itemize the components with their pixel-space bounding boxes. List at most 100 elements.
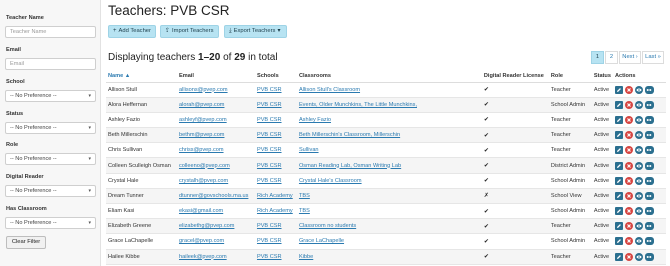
eye-icon[interactable] <box>634 131 643 140</box>
digital-reader-select[interactable]: -- No Preference -- ▾ <box>5 185 96 197</box>
eye-icon[interactable] <box>634 252 643 261</box>
classroom-link[interactable]: TBS <box>299 208 310 214</box>
next-page-button[interactable]: Next › <box>619 51 641 64</box>
x-circle-icon[interactable] <box>624 252 633 261</box>
school-link[interactable]: PVB CSR <box>257 147 282 153</box>
school-link[interactable]: PVB CSR <box>257 223 282 229</box>
pencil-icon[interactable] <box>614 100 623 109</box>
eye-icon[interactable] <box>634 237 643 246</box>
school-link[interactable]: PVB CSR <box>257 117 282 123</box>
school-link[interactable]: PVB CSR <box>257 87 282 93</box>
mask-icon[interactable] <box>644 100 654 109</box>
x-circle-icon[interactable] <box>624 115 633 124</box>
mask-icon[interactable] <box>644 85 654 94</box>
eye-icon[interactable] <box>634 85 643 94</box>
mask-icon[interactable] <box>644 146 654 155</box>
x-circle-icon[interactable] <box>624 131 633 140</box>
classroom-link[interactable]: Osman Reading Lab, Osman Writing Lab <box>299 163 401 169</box>
pencil-icon[interactable] <box>614 176 623 185</box>
eye-icon[interactable] <box>634 146 643 155</box>
email-link[interactable]: alorah@pvep.com <box>179 102 224 108</box>
pencil-icon[interactable] <box>614 191 623 200</box>
mask-icon[interactable] <box>644 237 654 246</box>
email-link[interactable]: bethm@pvep.com <box>179 132 224 138</box>
mask-icon[interactable] <box>644 161 654 170</box>
classroom-link[interactable]: Allison Stull's Classroom <box>299 87 360 93</box>
pencil-icon[interactable] <box>614 161 623 170</box>
has-classroom-select[interactable]: -- No Preference -- ▾ <box>5 217 96 229</box>
pencil-icon[interactable] <box>614 237 623 246</box>
page-1-button[interactable]: 1 <box>591 51 604 64</box>
pencil-icon[interactable] <box>614 146 623 155</box>
email-link[interactable]: gracel@pvep.com <box>179 238 224 244</box>
school-link[interactable]: PVB CSR <box>257 238 282 244</box>
mask-icon[interactable] <box>644 176 654 185</box>
pencil-icon[interactable] <box>614 115 623 124</box>
classroom-link[interactable]: Grace LaChapelle <box>299 238 344 244</box>
eye-icon[interactable] <box>634 176 643 185</box>
mask-icon[interactable] <box>644 115 654 124</box>
email-link[interactable]: chriss@pvep.com <box>179 147 224 153</box>
email-link[interactable]: ekasi@gmail.com <box>179 208 223 214</box>
mask-icon[interactable] <box>644 191 654 200</box>
classroom-link[interactable]: Kibbe <box>299 254 313 260</box>
classroom-link[interactable]: Crystal Hale's Classroom <box>299 178 362 184</box>
email-link[interactable]: haileek@pvep.com <box>179 254 227 260</box>
eye-icon[interactable] <box>634 100 643 109</box>
school-link[interactable]: PVB CSR <box>257 102 282 108</box>
clear-filter-button[interactable]: Clear Filter <box>6 236 46 249</box>
x-circle-icon[interactable] <box>624 237 633 246</box>
status-select[interactable]: -- No Preference -- ▾ <box>5 122 96 134</box>
x-circle-icon[interactable] <box>624 85 633 94</box>
eye-icon[interactable] <box>634 115 643 124</box>
classroom-link[interactable]: Sullivan <box>299 147 319 153</box>
x-circle-icon[interactable] <box>624 146 633 155</box>
x-circle-icon[interactable] <box>624 207 633 216</box>
last-page-button[interactable]: Last » <box>642 51 664 64</box>
export-teachers-button[interactable]: ⤓ Export Teachers ▾ <box>224 25 288 38</box>
x-circle-icon[interactable] <box>624 176 633 185</box>
school-link[interactable]: Rich Academy <box>257 208 293 214</box>
email-link[interactable]: ashleyf@pvep.com <box>179 117 227 123</box>
email-link[interactable]: crystalh@pvep.com <box>179 178 228 184</box>
classroom-link[interactable]: Ashley Fazio <box>299 117 331 123</box>
classroom-link[interactable]: TBS <box>299 193 310 199</box>
mask-icon[interactable] <box>644 252 654 261</box>
pencil-icon[interactable] <box>614 85 623 94</box>
email-link[interactable]: colleeno@pvep.com <box>179 163 230 169</box>
school-link[interactable]: PVB CSR <box>257 254 282 260</box>
mask-icon[interactable] <box>644 222 654 231</box>
page-2-button[interactable]: 2 <box>605 51 618 64</box>
x-circle-icon[interactable] <box>624 222 633 231</box>
pencil-icon[interactable] <box>614 222 623 231</box>
x-circle-icon[interactable] <box>624 161 633 170</box>
school-link[interactable]: PVB CSR <box>257 132 282 138</box>
classroom-link[interactable]: Events, Older Munchkins, The Little Munc… <box>299 102 417 108</box>
eye-icon[interactable] <box>634 191 643 200</box>
eye-icon[interactable] <box>634 207 643 216</box>
import-teachers-button[interactable]: ⇪ Import Teachers <box>160 25 219 38</box>
pencil-icon[interactable] <box>614 252 623 261</box>
add-teacher-button[interactable]: + Add Teacher <box>108 25 156 38</box>
eye-icon[interactable] <box>634 161 643 170</box>
school-select[interactable]: -- No Preference -- ▾ <box>5 90 96 102</box>
school-link[interactable]: PVB CSR <box>257 163 282 169</box>
pencil-icon[interactable] <box>614 131 623 140</box>
mask-icon[interactable] <box>644 131 654 140</box>
role-select[interactable]: -- No Preference -- ▾ <box>5 153 96 165</box>
x-circle-icon[interactable] <box>624 191 633 200</box>
classroom-link[interactable]: Classroom no students <box>299 223 356 229</box>
teacher-name-input[interactable]: Teacher Name <box>5 26 96 38</box>
mask-icon[interactable] <box>644 207 654 216</box>
email-link[interactable]: allisons@pvep.com <box>179 87 228 93</box>
school-link[interactable]: Rich Academy <box>257 193 293 199</box>
pencil-icon[interactable] <box>614 207 623 216</box>
classroom-link[interactable]: Beth Millerschin's Classroom, Millerschi… <box>299 132 400 138</box>
email-input[interactable]: Email <box>5 58 96 70</box>
eye-icon[interactable] <box>634 222 643 231</box>
email-link[interactable]: elizabethg@pvep.com <box>179 223 234 229</box>
school-link[interactable]: PVB CSR <box>257 178 282 184</box>
column-header-name[interactable]: Name ▲ <box>106 71 177 83</box>
email-link[interactable]: dtunner@govschools.ma.us <box>179 193 248 199</box>
x-circle-icon[interactable] <box>624 100 633 109</box>
